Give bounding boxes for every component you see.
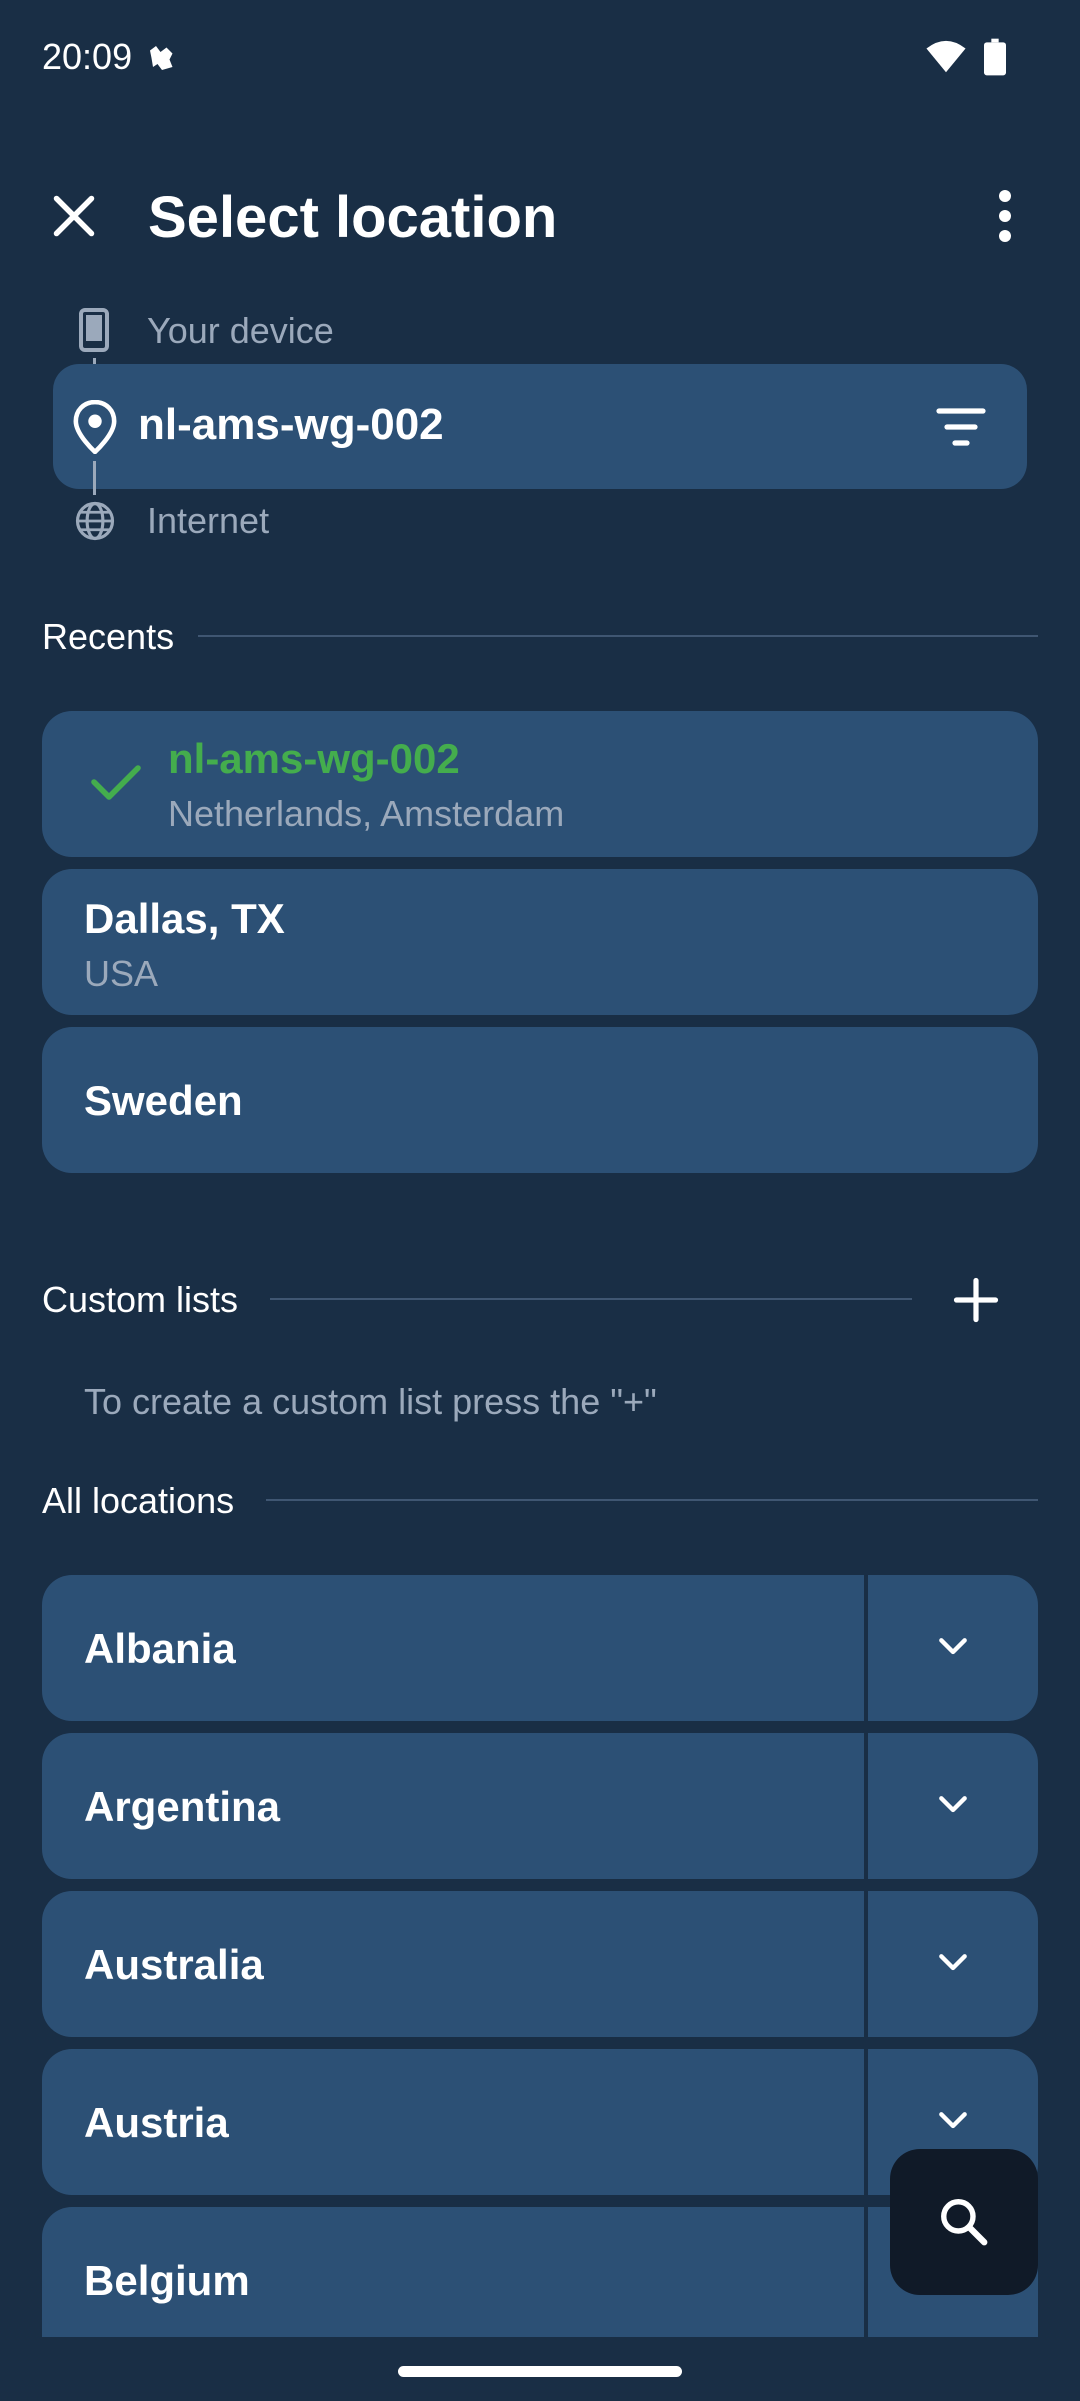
recent-item[interactable]: Dallas, TX USA (42, 869, 1038, 1015)
more-options-button[interactable] (985, 186, 1025, 246)
close-button[interactable] (44, 186, 104, 246)
divider (266, 1499, 1038, 1501)
wifi-icon (925, 40, 967, 74)
internet-label: Internet (147, 500, 270, 541)
recent-item-title: nl-ams-wg-002 (168, 735, 460, 782)
add-custom-list-button[interactable] (950, 1274, 1002, 1326)
filter-button[interactable] (935, 404, 987, 450)
location-select[interactable]: Albania (42, 1575, 864, 1721)
location-row: Austria (42, 2049, 1038, 2195)
location-row: Argentina (42, 1733, 1038, 1879)
search-button[interactable] (890, 2149, 1038, 2295)
location-name: Austria (84, 2099, 229, 2146)
page-title: Select location (148, 185, 558, 250)
check-icon (90, 761, 142, 803)
chevron-down-icon (939, 1638, 967, 1655)
location-select[interactable]: Austria (42, 2049, 864, 2195)
custom-lists-header: Custom lists (42, 1279, 239, 1320)
divider (270, 1298, 912, 1300)
expand-button[interactable] (868, 1733, 1038, 1879)
location-select[interactable]: Australia (42, 1891, 864, 2037)
more-vert-icon (999, 190, 1011, 242)
divider (198, 635, 1038, 637)
all-locations-header: All locations (42, 1480, 235, 1521)
status-time: 20:09 (42, 36, 133, 77)
recent-item[interactable]: nl-ams-wg-002 Netherlands, Amsterdam (42, 711, 1038, 857)
recents-header: Recents (42, 616, 175, 657)
chevron-down-icon (939, 2112, 967, 2129)
location-row: Albania (42, 1575, 1038, 1721)
recent-item-title: Sweden (84, 1077, 243, 1124)
location-pin-icon (72, 400, 118, 454)
recent-item[interactable]: Sweden (42, 1027, 1038, 1173)
recent-item-subtitle: USA (84, 953, 159, 994)
close-icon (53, 195, 95, 237)
expand-button[interactable] (868, 1575, 1038, 1721)
location-name: Albania (84, 1625, 236, 1672)
location-select[interactable]: Belgium (42, 2207, 864, 2337)
chevron-down-icon (939, 1954, 967, 1971)
location-name: Argentina (84, 1783, 281, 1830)
location-name: Belgium (84, 2257, 250, 2304)
phone-icon (78, 308, 110, 352)
recent-item-subtitle: Netherlands, Amsterdam (168, 793, 565, 834)
home-indicator[interactable] (398, 2366, 682, 2377)
location-name: Australia (84, 1941, 264, 1988)
recent-item-title: Dallas, TX (84, 895, 285, 942)
globe-icon (74, 500, 116, 542)
location-row: Belgium (42, 2207, 1038, 2337)
location-row: Australia (42, 1891, 1038, 2037)
selected-location-name: nl-ams-wg-002 (138, 400, 444, 449)
chevron-down-icon (939, 1796, 967, 1813)
custom-lists-hint: To create a custom list press the "+" (84, 1381, 657, 1422)
device-label: Your device (147, 310, 334, 351)
route-connector (93, 461, 96, 495)
add-icon (953, 1277, 999, 1323)
location-select[interactable]: Argentina (42, 1733, 864, 1879)
search-icon (941, 2199, 988, 2246)
cat-icon (144, 40, 180, 76)
battery-icon (984, 38, 1006, 76)
filter-icon (936, 408, 986, 446)
expand-button[interactable] (868, 1891, 1038, 2037)
